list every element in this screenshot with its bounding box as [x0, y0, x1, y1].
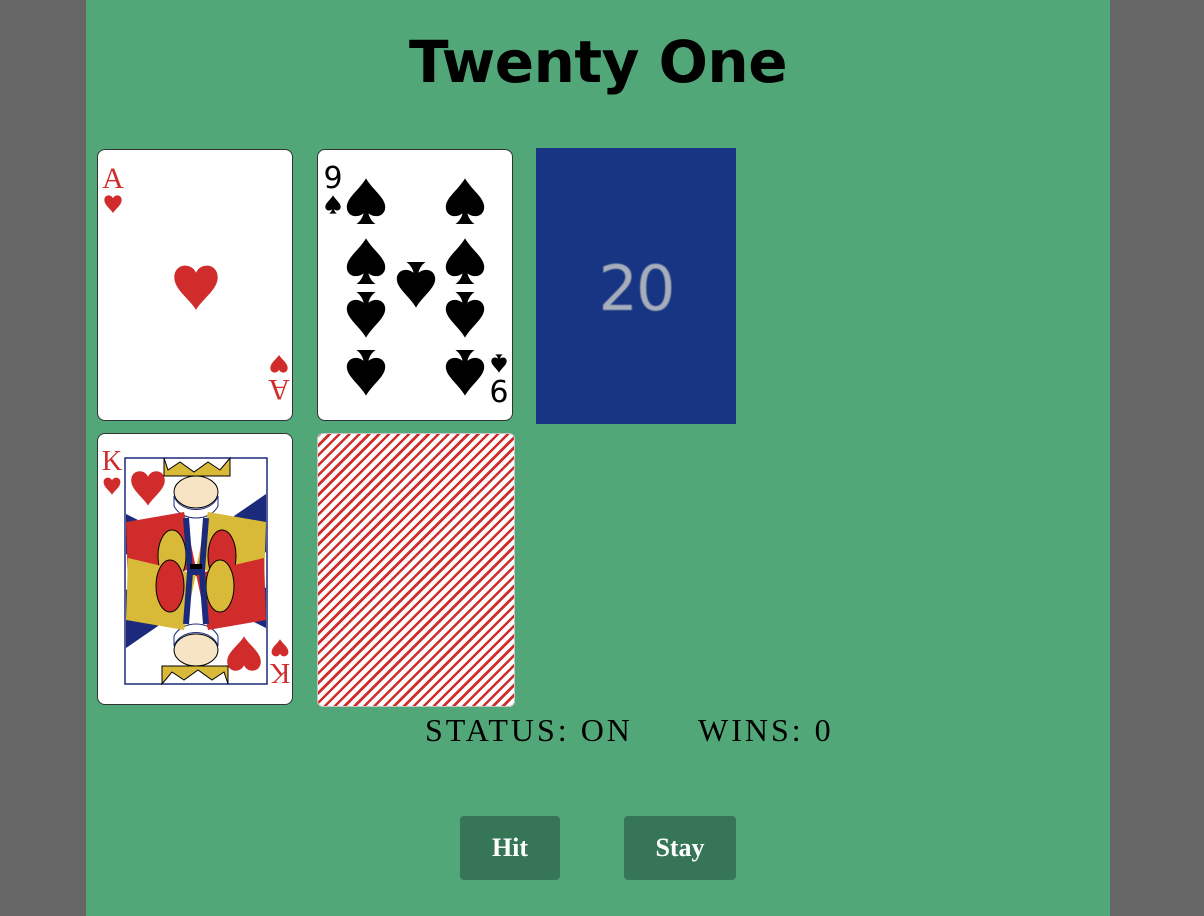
game-table: Twenty One A A 9 9 20 K K STATUS: ON WIN… — [86, 0, 1110, 916]
status-bar: STATUS: ON WINS: 0 — [86, 712, 1110, 752]
svg-text:K: K — [270, 657, 290, 688]
hit-button[interactable]: Hit — [460, 816, 560, 880]
page-title: Twenty One — [408, 28, 788, 96]
svg-text:K: K — [102, 446, 122, 477]
dealer-score-tile: 20 — [536, 148, 736, 424]
card-face-down — [317, 433, 515, 707]
svg-text:9: 9 — [489, 372, 508, 407]
card-king-of-hearts: K K — [97, 433, 293, 705]
status-text: STATUS: ON — [425, 712, 633, 748]
svg-text:A: A — [102, 162, 124, 195]
svg-text:A: A — [268, 373, 290, 406]
card-nine-of-spades: 9 9 — [317, 149, 513, 421]
card-ace-of-hearts: A A — [97, 149, 293, 421]
svg-text:9: 9 — [323, 161, 342, 196]
wins-text: WINS: 0 — [698, 712, 834, 748]
dealer-score: 20 — [598, 252, 676, 325]
stay-button[interactable]: Stay — [624, 816, 736, 880]
